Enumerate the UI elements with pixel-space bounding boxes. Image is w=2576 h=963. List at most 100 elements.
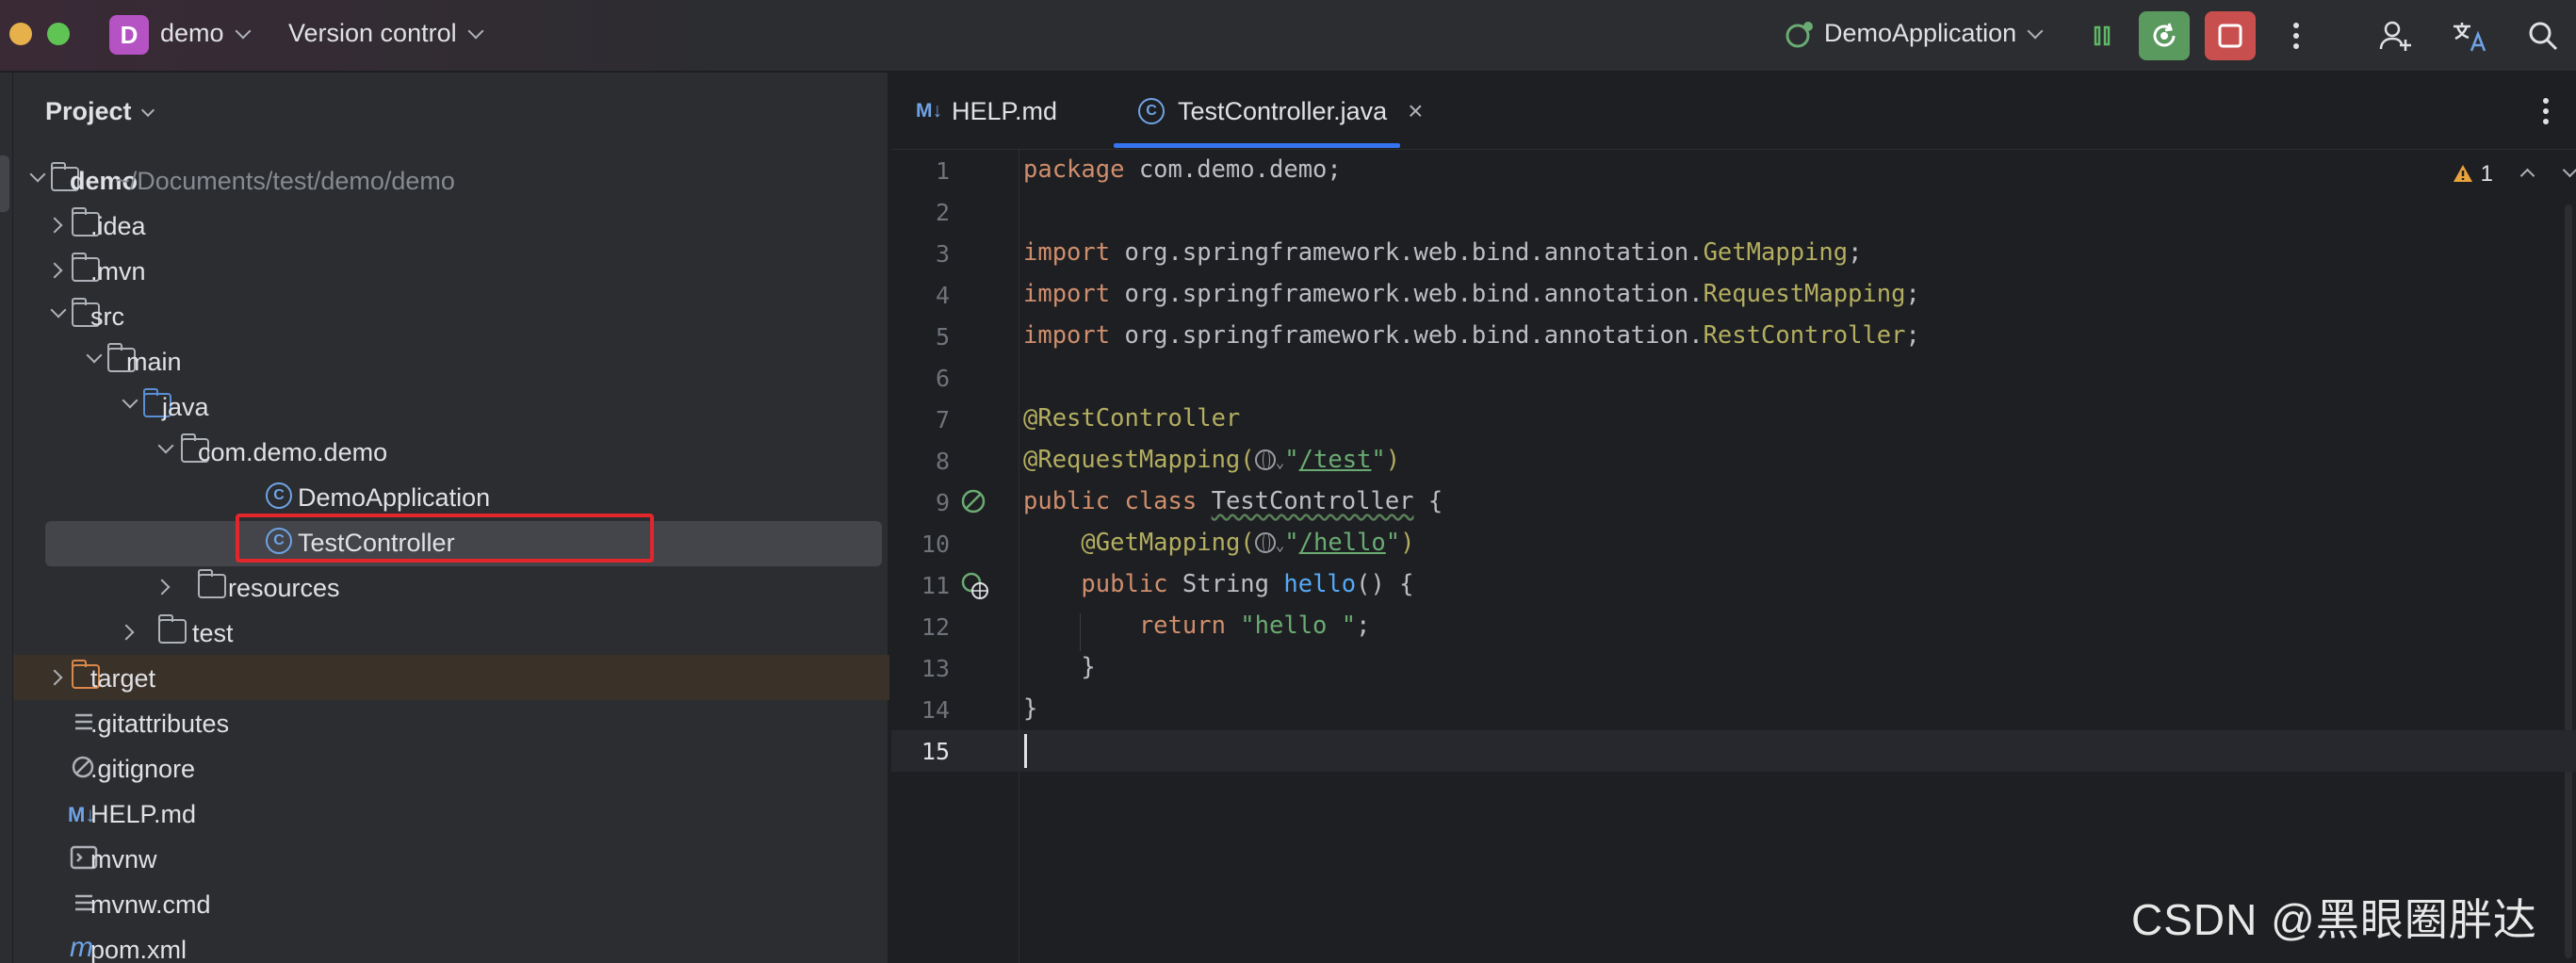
editor-scrollbar[interactable]: [2565, 204, 2572, 958]
code-line-5[interactable]: import org.springframework.web.bind.anno…: [1023, 321, 1920, 350]
tab-testcontroller-java[interactable]: C TestController.java ×: [1138, 73, 1423, 150]
title-bar: D demo Version control DemoApplication: [0, 0, 2576, 72]
tree-item-target[interactable]: target: [13, 655, 889, 700]
line-number: 9: [935, 489, 950, 516]
tree-item-label: java: [162, 393, 209, 421]
editor-tab-bar: M↓ HELP.md C TestController.java ×: [891, 73, 2576, 150]
tree-item-helpmd[interactable]: M↓ HELP.md: [13, 791, 889, 836]
stop-icon[interactable]: [2205, 11, 2256, 60]
globe-icon[interactable]: [1254, 449, 1276, 470]
window-zoom-button[interactable]: [47, 23, 70, 45]
tree-item-idea[interactable]: .idea: [13, 203, 889, 248]
line-number: 5: [935, 323, 950, 351]
indent-guide: [1080, 613, 1081, 651]
tree-item-label: src: [90, 302, 124, 331]
tab-options-icon[interactable]: [2542, 97, 2550, 125]
line-number: 11: [921, 572, 950, 599]
code-line-13[interactable]: }: [1023, 653, 1095, 681]
tree-item-gitattributes[interactable]: .gitattributes: [13, 700, 889, 745]
more-icon[interactable]: [2271, 11, 2322, 60]
endpoint-gutter-icon[interactable]: [959, 570, 991, 602]
line-number: 15: [921, 738, 950, 765]
project-selector[interactable]: demo: [160, 19, 252, 48]
chevron-down-icon: [140, 103, 155, 118]
search-icon[interactable]: [2518, 11, 2568, 60]
markdown-icon: M↓: [916, 100, 942, 122]
close-tab-icon[interactable]: ×: [1408, 96, 1423, 126]
tree-item-label: mvnw: [90, 845, 157, 873]
current-line-highlight: [891, 730, 2576, 772]
project-panel: Project demo ~/Documents/test/demo/demo …: [13, 73, 889, 963]
code-line-10[interactable]: @GetMapping(⌄"/hello"): [1023, 529, 1414, 557]
tree-item-mvnwcmd[interactable]: mvnw.cmd: [13, 881, 889, 926]
window-close-button[interactable]: [9, 23, 32, 45]
active-tab-indicator: [1114, 143, 1400, 148]
tab-help-md[interactable]: M↓ HELP.md: [916, 73, 1057, 150]
tree-item-gitignore[interactable]: .gitignore: [13, 745, 889, 791]
rerun-icon[interactable]: [2139, 11, 2190, 60]
collapse-arrow-icon[interactable]: [46, 262, 63, 279]
run-config-selector[interactable]: DemoApplication: [1783, 19, 2044, 48]
tree-item-label: mvnw.cmd: [90, 890, 211, 919]
code-line-14[interactable]: }: [1023, 694, 1037, 723]
tree-item-pomxml[interactable]: m pom.xml: [13, 926, 889, 963]
code-line-8[interactable]: @RequestMapping(⌄"/test"): [1023, 446, 1400, 474]
tab-label: TestController.java: [1178, 96, 1388, 125]
expand-arrow-icon[interactable]: [86, 347, 103, 364]
collapse-arrow-icon[interactable]: [154, 579, 171, 596]
chevron-down-icon: [2027, 23, 2044, 40]
tree-item-label: target: [90, 664, 156, 693]
collapse-arrow-icon[interactable]: [46, 669, 63, 686]
tree-item-label: pom.xml: [90, 936, 187, 963]
code-line-11[interactable]: public String hello() {: [1023, 570, 1413, 598]
version-control-menu[interactable]: Version control: [288, 19, 484, 48]
chevron-down-icon: [467, 23, 484, 40]
project-panel-header[interactable]: Project: [45, 97, 155, 126]
globe-icon[interactable]: [1254, 532, 1276, 553]
line-number: 10: [921, 530, 950, 558]
expand-arrow-icon[interactable]: [50, 302, 67, 318]
add-user-icon[interactable]: [2371, 11, 2421, 60]
tree-item-label: .idea: [90, 212, 146, 240]
spring-leaf-icon: [1785, 22, 1813, 48]
next-highlight-icon[interactable]: [2563, 162, 2576, 178]
expand-arrow-icon[interactable]: [122, 392, 139, 409]
line-number: 2: [935, 199, 950, 226]
tree-item-label: com.demo.demo: [198, 438, 388, 466]
tree-item-demoapplication[interactable]: C DemoApplication: [13, 474, 889, 519]
tree-item-label: main: [126, 348, 182, 376]
tree-item-label: HELP.md: [90, 800, 197, 828]
tree-item-package[interactable]: com.demo.demo: [13, 429, 889, 474]
tree-item-java[interactable]: java: [13, 384, 889, 429]
project-badge[interactable]: D: [109, 15, 149, 55]
tool-window-strip: [0, 73, 13, 963]
project-tool-button[interactable]: [0, 155, 9, 212]
expand-arrow-icon[interactable]: [29, 166, 46, 183]
tree-item-resources[interactable]: resources: [13, 564, 889, 610]
code-line-7[interactable]: @RestController: [1023, 404, 1240, 433]
inspection-widget[interactable]: 1: [2452, 161, 2576, 188]
tree-item-label: .gitattributes: [90, 710, 230, 738]
translate-icon[interactable]: [2444, 11, 2495, 60]
collapse-arrow-icon[interactable]: [118, 624, 135, 641]
tree-item-mvn[interactable]: .mvn: [13, 248, 889, 293]
spring-bean-gutter-icon[interactable]: [959, 485, 991, 517]
tree-item-main[interactable]: main: [13, 338, 889, 384]
tree-item-mvnw[interactable]: mvnw: [13, 836, 889, 881]
collapse-arrow-icon[interactable]: [46, 217, 63, 234]
pause-icon[interactable]: [2077, 11, 2128, 60]
line-number: 1: [935, 157, 950, 185]
code-line-9[interactable]: public class TestController {: [1023, 487, 1443, 515]
line-number: 3: [935, 240, 950, 268]
code-line-3[interactable]: import org.springframework.web.bind.anno…: [1023, 238, 1862, 267]
code-line-12[interactable]: return "hello ";: [1023, 612, 1371, 640]
warning-count: 1: [2480, 161, 2494, 187]
expand-arrow-icon[interactable]: [157, 437, 174, 454]
code-line-4[interactable]: import org.springframework.web.bind.anno…: [1023, 280, 1920, 308]
code-line-1[interactable]: package com.demo.demo;: [1023, 155, 1342, 184]
previous-highlight-icon[interactable]: [2519, 168, 2535, 184]
line-number: 13: [921, 655, 950, 682]
tree-item-test[interactable]: test: [13, 610, 889, 655]
tree-item-demo[interactable]: demo ~/Documents/test/demo/demo: [13, 157, 889, 203]
tree-item-src[interactable]: src: [13, 293, 889, 338]
